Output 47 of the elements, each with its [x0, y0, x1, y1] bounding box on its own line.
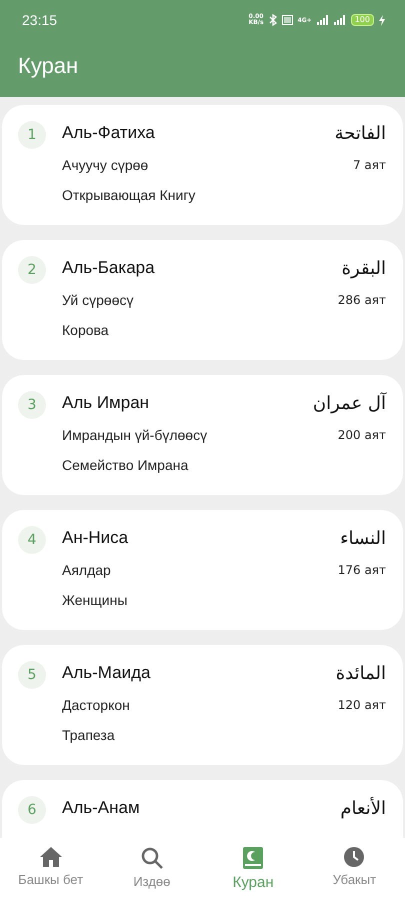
ayat-count: 176 аят [338, 563, 386, 577]
surah-name: Аль-Анам [62, 798, 141, 819]
status-time: 23:15 [22, 12, 58, 28]
ayat-count: 286 аят [338, 293, 386, 307]
nav-tab[interactable]: Издөө [101, 838, 202, 900]
arabic-name: النساء [339, 528, 386, 551]
surah-number: 4 [18, 526, 46, 554]
signal-icon [316, 15, 329, 25]
surah-name: Аль Имран [62, 393, 150, 414]
home-icon [38, 846, 63, 868]
ayat-count: 120 аят [336, 698, 386, 712]
ayat-count: 7 аят [352, 158, 386, 172]
arabic-name: الأنعام [340, 798, 386, 821]
battery-level: 100 [350, 14, 374, 26]
kyrgyz-name: Имрандын үй-бүлөөсү [62, 427, 208, 443]
russian-name: Корова [62, 321, 110, 338]
arabic-name: الفاتحة [334, 123, 386, 146]
surah-number: 6 [18, 796, 46, 824]
surah-name: Аль-Маида [62, 663, 152, 684]
russian-name: Открывающая Книгу [62, 186, 196, 203]
nav-tab[interactable]: Башкы бет [0, 838, 102, 900]
surah-name: Аль-Бакара [62, 258, 156, 279]
surah-number: 3 [18, 391, 46, 419]
nav-tab[interactable]: Убакыт [304, 838, 405, 900]
app-title: Куран [17, 52, 80, 79]
kyrgyz-name: Аялдар [62, 562, 112, 578]
surah-number: 2 [18, 256, 46, 284]
clock-icon [343, 846, 366, 868]
russian-name: Женщины [62, 591, 128, 608]
kyrgyz-name: Дасторкон [62, 697, 131, 713]
surah-number: 1 [18, 121, 46, 149]
kyrgyz-name: Ачуучу сүрөө [62, 157, 150, 173]
surah-name: Ан-Ниса [62, 528, 130, 549]
arabic-name: المائدة [336, 663, 386, 686]
surah-number: 5 [18, 661, 46, 689]
search-icon [140, 846, 164, 870]
russian-name: Трапеза [62, 726, 116, 743]
ayat-count: 200 аят [336, 428, 386, 442]
russian-name: Семейство Имрана [62, 456, 190, 473]
surah-name: Аль-Фатиха [62, 123, 156, 144]
bluetooth-icon [268, 14, 277, 26]
book-icon [242, 846, 264, 870]
signal-icon [334, 15, 346, 25]
arabic-name: آل عمران [312, 393, 386, 416]
kyrgyz-name: Уй сүрөөсү [62, 292, 134, 308]
arabic-name: البقرة [340, 258, 386, 281]
charging-icon [379, 14, 385, 26]
